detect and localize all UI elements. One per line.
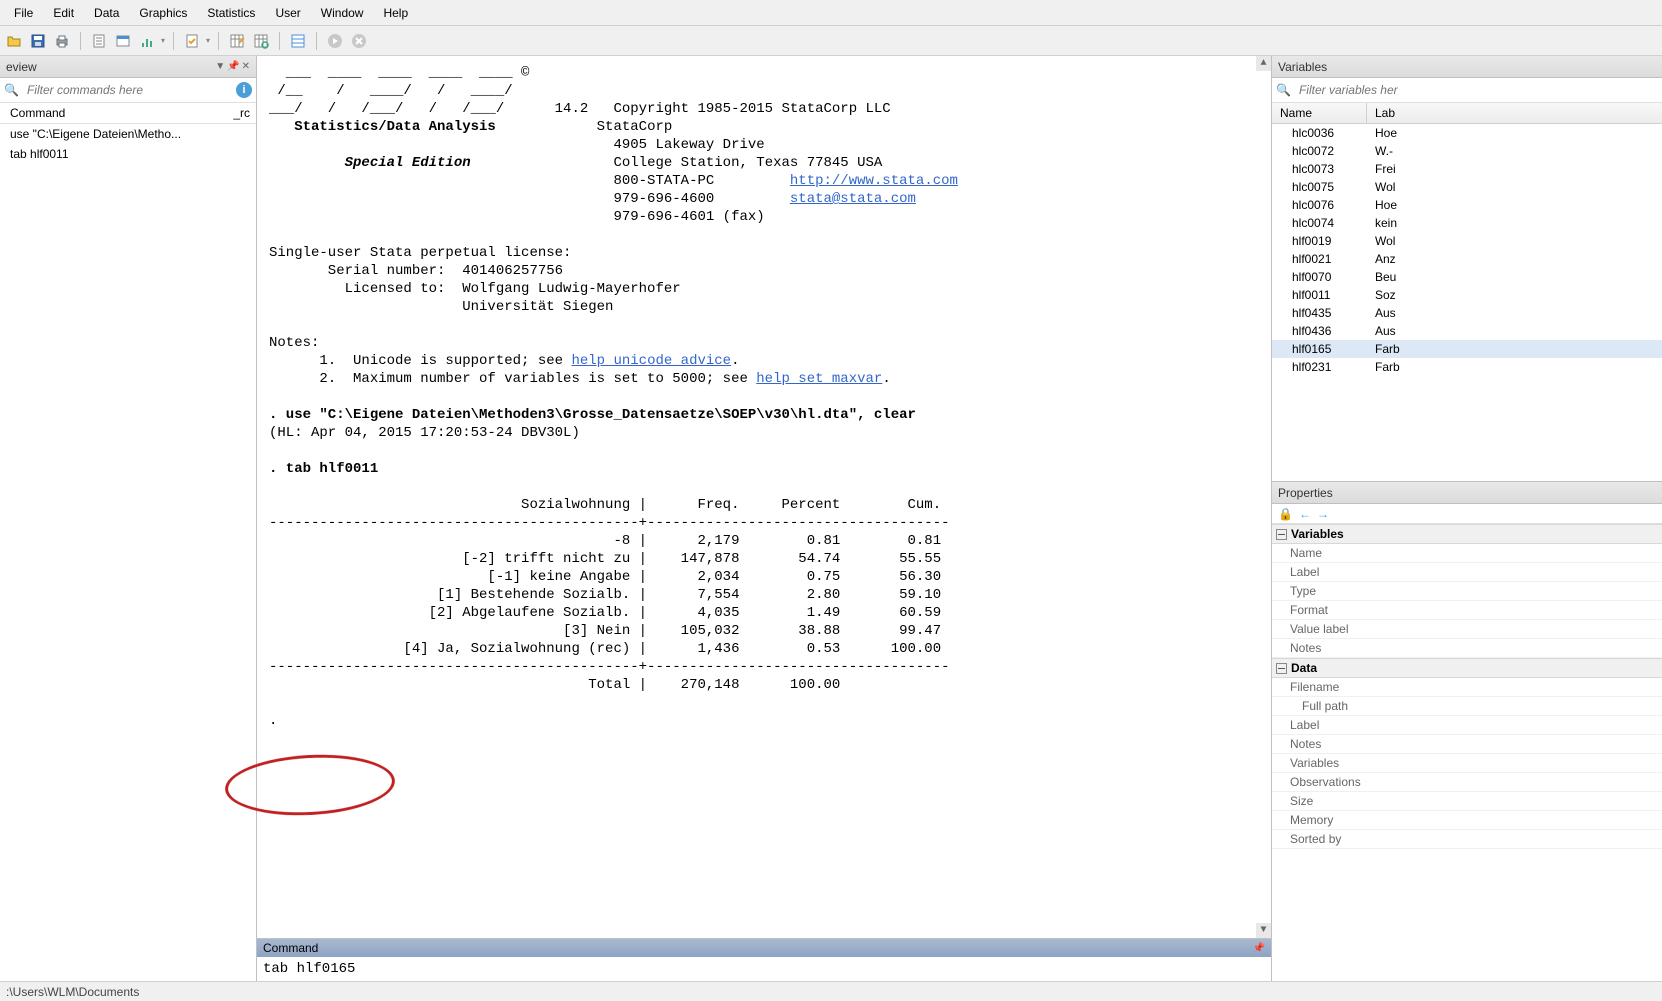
dropdown-icon[interactable]: ▼ (215, 61, 225, 72)
menu-statistics[interactable]: Statistics (197, 2, 265, 24)
variables-filter-input[interactable] (1295, 81, 1658, 99)
toolbar: ▾ ▾ (0, 26, 1662, 56)
search-icon: 🔍 (1276, 83, 1291, 97)
close-icon[interactable]: ✕ (242, 61, 250, 72)
property-row[interactable]: Observations (1272, 773, 1662, 792)
property-row[interactable]: Full path (1272, 697, 1662, 716)
variables-manager-icon[interactable] (288, 31, 308, 51)
review-col-command[interactable]: Command (0, 103, 216, 123)
property-row[interactable]: Value label (1272, 620, 1662, 639)
properties-header: Properties (1272, 482, 1662, 504)
graph-icon[interactable] (137, 31, 157, 51)
results-window[interactable]: ___ ____ ____ ____ ____ © /__ / ____/ / … (257, 56, 1271, 938)
properties-title: Properties (1278, 486, 1333, 500)
property-row[interactable]: Label (1272, 563, 1662, 582)
vars-col-label[interactable]: Lab (1367, 103, 1662, 123)
property-row[interactable]: Notes (1272, 735, 1662, 754)
review-row[interactable]: use "C:\Eigene Dateien\Metho... (0, 124, 256, 144)
variable-row[interactable]: hlf0070Beu (1272, 268, 1662, 286)
review-list: use "C:\Eigene Dateien\Metho...tab hlf00… (0, 124, 256, 164)
variable-row[interactable]: hlc0076Hoe (1272, 196, 1662, 214)
menu-graphics[interactable]: Graphics (129, 2, 197, 24)
menu-help[interactable]: Help (373, 2, 418, 24)
open-icon[interactable] (4, 31, 24, 51)
property-row[interactable]: Size (1272, 792, 1662, 811)
property-row[interactable]: Memory (1272, 811, 1662, 830)
viewer-icon[interactable] (113, 31, 133, 51)
review-header: eview ▼ 📌 ✕ (0, 56, 256, 78)
variables-header: Variables (1272, 56, 1662, 78)
variable-row[interactable]: hlf0165Farb (1272, 340, 1662, 358)
property-group-header[interactable]: Variables (1272, 524, 1662, 544)
property-row[interactable]: Type (1272, 582, 1662, 601)
variables-list: hlc0036Hoehlc0072W.-hlc0073Freihlc0075Wo… (1272, 124, 1662, 481)
search-icon: 🔍 (4, 83, 19, 97)
review-row[interactable]: tab hlf0011 (0, 144, 256, 164)
property-group-header[interactable]: Data (1272, 658, 1662, 678)
command-title: Command (263, 941, 318, 955)
properties-panel: Properties 🔒 ← → VariablesNameLabelTypeF… (1272, 482, 1662, 981)
statusbar: :\Users\WLM\Documents (0, 981, 1662, 1001)
variable-row[interactable]: hlc0073Frei (1272, 160, 1662, 178)
command-panel: Command 📌 (257, 938, 1271, 981)
menu-edit[interactable]: Edit (43, 2, 84, 24)
variables-panel: Variables 🔍 Name Lab hlc0036Hoehlc0072W.… (1272, 56, 1662, 482)
variable-row[interactable]: hlf0436Aus (1272, 322, 1662, 340)
variable-row[interactable]: hlf0011Soz (1272, 286, 1662, 304)
review-panel: eview ▼ 📌 ✕ 🔍 i Command _rc use "C:\Eige… (0, 56, 257, 981)
property-row[interactable]: Name (1272, 544, 1662, 563)
command-header: Command 📌 (257, 939, 1271, 957)
variable-row[interactable]: hlc0072W.- (1272, 142, 1662, 160)
save-icon[interactable] (28, 31, 48, 51)
menu-data[interactable]: Data (84, 2, 129, 24)
property-row[interactable]: Sorted by (1272, 830, 1662, 849)
break-icon[interactable] (349, 31, 369, 51)
command-input[interactable] (263, 961, 1265, 977)
menubar: File Edit Data Graphics Statistics User … (0, 0, 1662, 26)
property-row[interactable]: Notes (1272, 639, 1662, 658)
variable-row[interactable]: hlc0075Wol (1272, 178, 1662, 196)
variables-title: Variables (1278, 60, 1327, 74)
variable-row[interactable]: hlf0019Wol (1272, 232, 1662, 250)
pin-icon[interactable]: 📌 (1253, 943, 1265, 954)
back-icon[interactable]: ← (1299, 507, 1311, 521)
review-columns: Command _rc (0, 103, 256, 124)
data-editor-icon[interactable] (227, 31, 247, 51)
review-col-rc[interactable]: _rc (216, 103, 256, 123)
lock-icon[interactable]: 🔒 (1278, 507, 1293, 521)
menu-window[interactable]: Window (311, 2, 374, 24)
info-icon[interactable]: i (236, 82, 252, 98)
vars-col-name[interactable]: Name (1272, 103, 1367, 123)
menu-user[interactable]: User (265, 2, 310, 24)
property-row[interactable]: Label (1272, 716, 1662, 735)
review-title: eview (6, 60, 37, 74)
variable-row[interactable]: hlf0435Aus (1272, 304, 1662, 322)
variable-row[interactable]: hlf0231Farb (1272, 358, 1662, 376)
variable-row[interactable]: hlf0021Anz (1272, 250, 1662, 268)
property-row[interactable]: Filename (1272, 678, 1662, 697)
scroll-up-icon[interactable]: ▲ (1256, 56, 1271, 71)
do-file-icon[interactable] (182, 31, 202, 51)
statusbar-path: :\Users\WLM\Documents (6, 985, 139, 999)
menu-file[interactable]: File (4, 2, 43, 24)
property-row[interactable]: Format (1272, 601, 1662, 620)
print-icon[interactable] (52, 31, 72, 51)
data-browser-icon[interactable] (251, 31, 271, 51)
log-icon[interactable] (89, 31, 109, 51)
forward-icon[interactable]: → (1317, 507, 1329, 521)
pin-icon[interactable]: 📌 (227, 61, 239, 72)
scroll-down-icon[interactable]: ▼ (1256, 923, 1271, 938)
continue-icon[interactable] (325, 31, 345, 51)
review-filter-input[interactable] (23, 81, 232, 99)
variable-row[interactable]: hlc0036Hoe (1272, 124, 1662, 142)
variable-row[interactable]: hlc0074kein (1272, 214, 1662, 232)
property-row[interactable]: Variables (1272, 754, 1662, 773)
